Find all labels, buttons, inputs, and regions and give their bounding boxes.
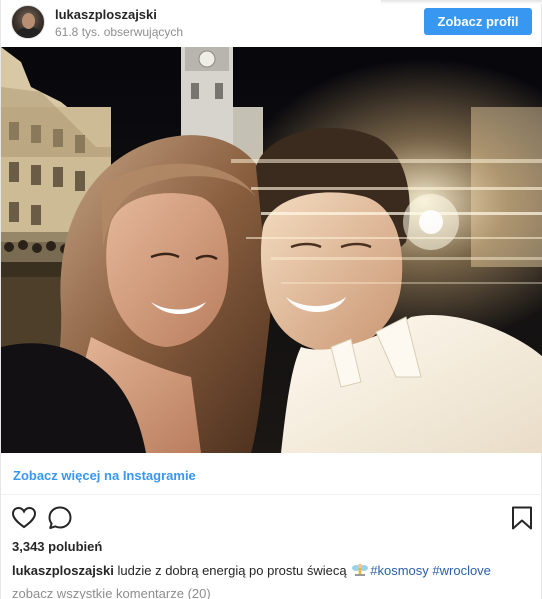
view-profile-button[interactable]: Zobacz profil: [424, 8, 532, 35]
view-all-comments-link[interactable]: zobacz wszystkie komentarze (20): [12, 586, 211, 599]
divider: [1, 494, 542, 495]
caption-username[interactable]: lukaszploszajski: [12, 563, 114, 578]
hashtag-wroclove[interactable]: #wroclove: [432, 563, 491, 578]
hashtag-kosmosy[interactable]: #kosmosy: [370, 563, 429, 578]
avatar-face: [22, 13, 35, 29]
post-caption: lukaszploszajski ludzie z dobrą energią …: [12, 563, 491, 578]
avatar[interactable]: [11, 5, 45, 39]
instagram-embed-card: lukaszploszajski 61.8 tys. obserwujących…: [0, 0, 542, 599]
caption-text: ludzie z dobrą energią po prostu świecą: [117, 563, 347, 578]
followers-count: 61.8 tys. obserwujących: [55, 25, 184, 39]
comment-bubble-icon[interactable]: [47, 505, 73, 531]
fairy-emoji-icon: [352, 563, 369, 577]
post-header: lukaszploszajski 61.8 tys. obserwujących…: [1, 0, 542, 46]
post-photo[interactable]: [1, 47, 542, 453]
likes-count[interactable]: 3,343 polubień: [12, 539, 102, 554]
heart-icon[interactable]: [11, 505, 37, 531]
bookmark-icon[interactable]: [509, 505, 535, 531]
view-more-on-instagram-link[interactable]: Zobacz więcej na Instagramie: [13, 468, 196, 483]
username[interactable]: lukaszploszajski: [55, 7, 157, 22]
